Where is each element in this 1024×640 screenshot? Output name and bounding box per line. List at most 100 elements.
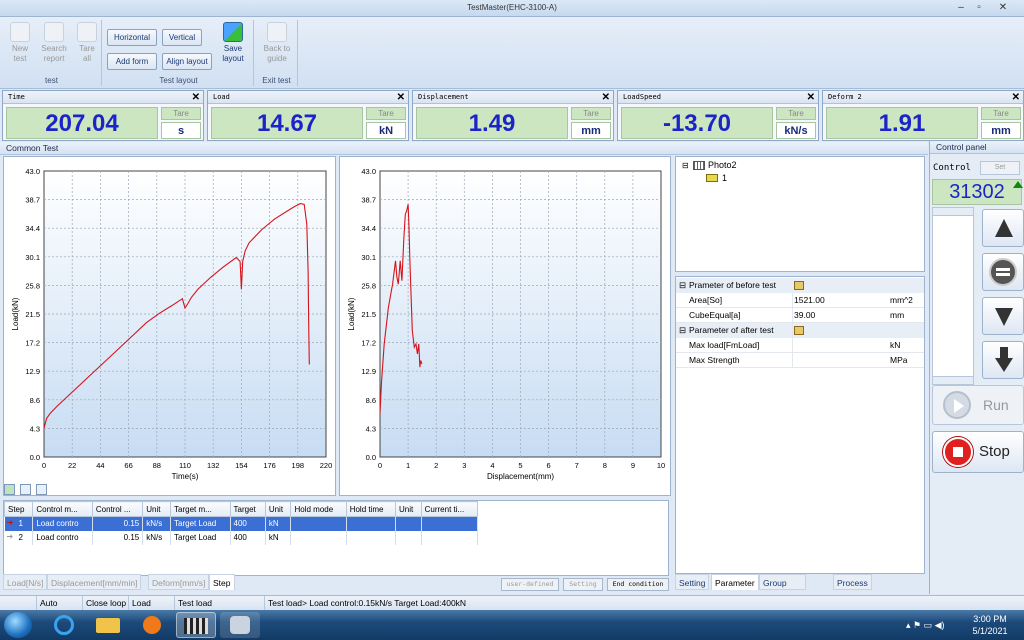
- align-layout-button[interactable]: Align layout: [162, 53, 212, 70]
- table-cell[interactable]: [346, 516, 396, 531]
- close-icon[interactable]: ✕: [602, 91, 610, 104]
- table-cell[interactable]: 400: [230, 530, 266, 545]
- table-row[interactable]: 2 ➔ Load contro 0.15 kN/s Target Load 400 kN: [4, 530, 479, 545]
- section-before-test[interactable]: ⊟ Prameter of before test: [676, 278, 924, 293]
- column-header[interactable]: Unit: [264, 501, 292, 517]
- start-button-icon[interactable]: [4, 612, 32, 638]
- table-cell[interactable]: [421, 530, 479, 545]
- minimize-button[interactable]: –: [953, 1, 969, 14]
- fast-down-button[interactable]: [982, 341, 1024, 379]
- table-cell[interactable]: 400: [230, 516, 266, 531]
- column-header[interactable]: Target m...: [170, 501, 231, 517]
- table-cell[interactable]: kN/s: [142, 530, 171, 545]
- media-player-icon[interactable]: [132, 612, 172, 638]
- search-report-button[interactable]: Search report: [37, 22, 71, 64]
- step-number-cell[interactable]: 1 ➔: [4, 516, 34, 531]
- close-window-button[interactable]: ✕: [995, 1, 1011, 14]
- tray-icons[interactable]: ▴ ⚑ ▭ ◀): [906, 620, 945, 631]
- tare-button[interactable]: Tare: [776, 107, 816, 120]
- param-row[interactable]: Area[So] 1521.00 mm^2: [676, 293, 924, 308]
- column-header[interactable]: Control ...: [91, 501, 144, 517]
- tab-load[interactable]: Load[N/s]: [3, 574, 48, 590]
- table-cell[interactable]: Load contro: [32, 530, 93, 545]
- param-row[interactable]: CubeEqual[a] 39.00 mm: [676, 308, 924, 323]
- internet-explorer-icon[interactable]: [44, 612, 84, 638]
- close-icon[interactable]: ✕: [807, 91, 815, 104]
- chart-settings-icon[interactable]: [20, 484, 31, 495]
- tab-setting[interactable]: Setting: [675, 574, 710, 590]
- table-cell[interactable]: [395, 530, 422, 545]
- tare-button[interactable]: Tare: [981, 107, 1021, 120]
- slider-thumb[interactable]: [933, 208, 973, 216]
- tare-button[interactable]: Tare: [161, 107, 201, 120]
- table-cell[interactable]: [346, 530, 396, 545]
- tare-all-button[interactable]: Tare all: [72, 22, 102, 64]
- column-header[interactable]: Target: [229, 501, 266, 517]
- meter-unit[interactable]: kN: [366, 122, 406, 139]
- control-value[interactable]: 31302: [932, 179, 1022, 205]
- close-icon[interactable]: ✕: [192, 91, 200, 104]
- meter-unit[interactable]: mm: [981, 122, 1021, 139]
- tree-root[interactable]: Photo2: [708, 160, 737, 170]
- tab-process[interactable]: Process: [833, 574, 872, 590]
- user-defined-button[interactable]: user-defined: [501, 578, 559, 591]
- tab-displacement[interactable]: Displacement[mm/min]: [47, 574, 142, 590]
- table-cell[interactable]: 0.15: [92, 516, 144, 531]
- param-row[interactable]: Max load[FmLoad] kN: [676, 338, 924, 353]
- vertical-button[interactable]: Vertical: [162, 29, 202, 46]
- table-cell[interactable]: [290, 516, 347, 531]
- tare-button[interactable]: Tare: [366, 107, 406, 120]
- tree-child[interactable]: 1: [722, 173, 727, 183]
- set-button[interactable]: Set: [980, 161, 1020, 175]
- table-cell[interactable]: [421, 516, 479, 531]
- tab-group-parameter[interactable]: Group parameter: [759, 574, 806, 604]
- clock-time[interactable]: 3:00 PM: [970, 614, 1010, 624]
- run-button[interactable]: Run: [932, 385, 1024, 425]
- table-cell[interactable]: kN/s: [142, 516, 171, 531]
- column-header[interactable]: Unit: [394, 501, 422, 517]
- table-cell[interactable]: kN: [265, 530, 292, 545]
- table-cell[interactable]: kN: [265, 516, 292, 531]
- tab-step[interactable]: Step: [209, 574, 235, 590]
- horizontal-button[interactable]: Horizontal: [107, 29, 157, 46]
- table-cell[interactable]: 0.15: [92, 530, 144, 545]
- param-row[interactable]: Max Strength MPa: [676, 353, 924, 368]
- file-explorer-icon[interactable]: [88, 612, 128, 638]
- table-cell[interactable]: [290, 530, 347, 545]
- end-condition-button[interactable]: End condition: [607, 578, 669, 591]
- list-icon[interactable]: [36, 484, 47, 495]
- column-header[interactable]: Step: [3, 501, 34, 517]
- move-down-button[interactable]: [982, 297, 1024, 335]
- slider-track[interactable]: [932, 207, 974, 385]
- tree-expander[interactable]: ⊟: [682, 161, 689, 170]
- column-header[interactable]: Control m...: [32, 501, 93, 517]
- tab-parameter[interactable]: Parameter: [711, 574, 759, 590]
- section-after-test[interactable]: ⊟ Parameter of after test: [676, 323, 924, 338]
- step-number-cell[interactable]: 2 ➔: [4, 530, 34, 545]
- tool-app-icon[interactable]: [220, 612, 260, 638]
- column-header[interactable]: Unit: [142, 501, 171, 517]
- move-up-button[interactable]: [982, 209, 1024, 247]
- clock-date[interactable]: 5/1/2021: [966, 626, 1014, 636]
- setting-button[interactable]: Setting: [563, 578, 603, 591]
- table-row[interactable]: 1 ➔ Load contro 0.15 kN/s Target Load 400 kN: [4, 516, 479, 531]
- meter-unit[interactable]: mm: [571, 122, 611, 139]
- meter-unit[interactable]: kN/s: [776, 122, 816, 139]
- tare-button[interactable]: Tare: [571, 107, 611, 120]
- column-header[interactable]: Hold mode: [290, 501, 347, 517]
- add-chart-icon[interactable]: [4, 484, 15, 495]
- column-header[interactable]: Hold time: [345, 501, 396, 517]
- maximize-button[interactable]: ▫: [971, 1, 987, 14]
- hold-button[interactable]: [982, 253, 1024, 291]
- table-cell[interactable]: [395, 516, 422, 531]
- back-to-guide-button[interactable]: Back to guide: [260, 22, 294, 64]
- close-icon[interactable]: ✕: [1012, 91, 1020, 104]
- table-cell[interactable]: Target Load: [170, 516, 231, 531]
- column-header[interactable]: Current ti...: [420, 501, 479, 517]
- table-cell[interactable]: Target Load: [170, 530, 231, 545]
- new-test-button[interactable]: New test: [5, 22, 35, 64]
- close-icon[interactable]: ✕: [397, 91, 405, 104]
- testmaster-taskbar-icon[interactable]: [176, 612, 216, 638]
- stop-button[interactable]: Stop: [932, 431, 1024, 473]
- table-cell[interactable]: Load contro: [32, 516, 93, 531]
